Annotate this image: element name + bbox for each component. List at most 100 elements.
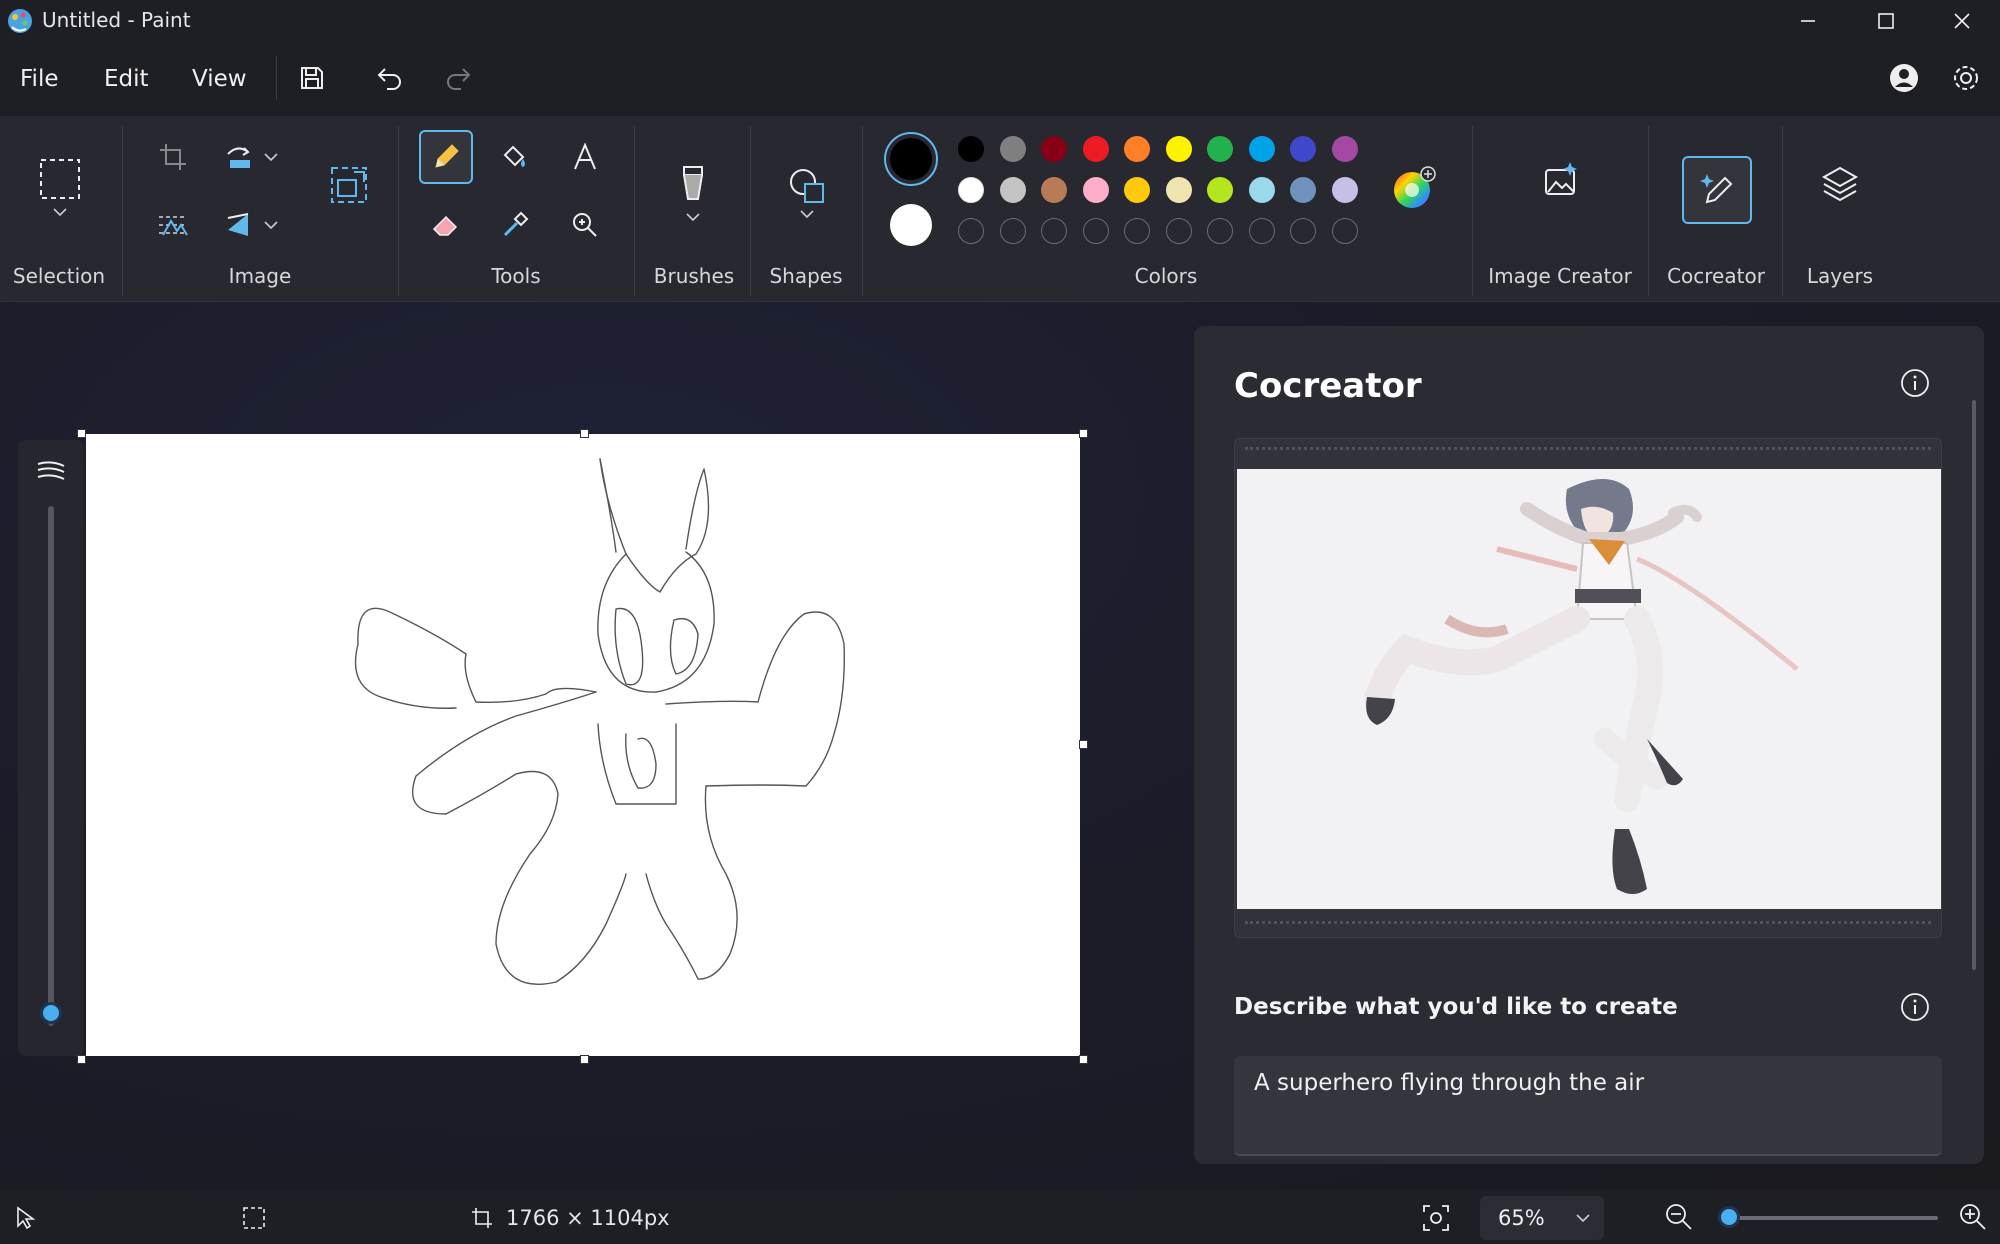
brushes-button[interactable] <box>666 152 720 232</box>
custom-color-slot[interactable] <box>1207 218 1233 244</box>
panel-scrollbar[interactable] <box>1972 400 1976 970</box>
ribbon-divider <box>122 126 123 296</box>
image-creator-button[interactable] <box>1532 152 1588 208</box>
custom-color-slot[interactable] <box>1124 218 1150 244</box>
palette-color-swatch[interactable] <box>1207 177 1233 203</box>
custom-color-slot[interactable] <box>999 218 1026 244</box>
shapes-icon <box>787 166 827 206</box>
zoom-out-button[interactable] <box>1664 1202 1694 1232</box>
rotate-button[interactable] <box>216 130 286 184</box>
pencil-tool-button[interactable] <box>419 130 473 184</box>
color-picker-tool-button[interactable] <box>488 198 542 252</box>
drawing-canvas[interactable] <box>86 434 1080 1056</box>
palette-color-swatch[interactable] <box>1124 136 1150 162</box>
brush-size-thumb[interactable] <box>40 1002 62 1024</box>
custom-color-slot[interactable] <box>1331 218 1358 244</box>
canvas-resize-handle[interactable] <box>580 429 589 438</box>
layers-icon <box>1820 164 1860 204</box>
cocreator-panel: Cocreator Describe what you'd like to cr… <box>1194 326 1984 1164</box>
settings-button[interactable] <box>1944 56 1988 100</box>
describe-info-button[interactable] <box>1900 992 1930 1022</box>
custom-color-slot[interactable] <box>1290 218 1316 244</box>
palette-color-swatch[interactable] <box>1207 136 1233 162</box>
canvas-resize-handle[interactable] <box>1079 740 1088 749</box>
canvas-size-icon <box>470 1206 494 1230</box>
palette-color-swatch[interactable] <box>1248 136 1275 162</box>
palette-color-swatch[interactable] <box>1082 136 1109 162</box>
palette-color-swatch[interactable] <box>1331 177 1358 203</box>
zoom-slider-track[interactable] <box>1718 1216 1938 1220</box>
custom-color-slot[interactable] <box>1082 218 1109 244</box>
maximize-button[interactable] <box>1846 0 1926 42</box>
canvas-resize-handle[interactable] <box>77 429 86 438</box>
chevron-down-icon <box>264 221 278 229</box>
palette-color-swatch[interactable] <box>958 177 984 203</box>
minimize-button[interactable] <box>1768 0 1848 42</box>
palette-color-swatch[interactable] <box>1248 177 1275 203</box>
flip-button[interactable] <box>216 198 286 252</box>
canvas-resize-handle[interactable] <box>1079 429 1088 438</box>
custom-color-slot[interactable] <box>958 218 984 244</box>
eraser-tool-button[interactable] <box>419 198 473 252</box>
zoom-in-button[interactable] <box>1958 1202 1988 1232</box>
menu-view[interactable]: View <box>192 62 247 96</box>
palette-color-swatch[interactable] <box>1082 177 1109 203</box>
palette-color-swatch[interactable] <box>1165 136 1192 162</box>
palette-color-swatch[interactable] <box>958 136 984 162</box>
canvas-resize-handle[interactable] <box>77 1055 86 1064</box>
undo-button[interactable] <box>368 56 412 100</box>
menu-file[interactable]: File <box>20 62 59 96</box>
group-label-tools: Tools <box>491 264 541 288</box>
selection-button[interactable] <box>32 152 88 222</box>
remove-background-button[interactable] <box>146 198 200 252</box>
text-icon <box>569 141 601 173</box>
palette-color-swatch[interactable] <box>1124 177 1150 203</box>
rectangle-select-icon <box>39 158 81 200</box>
pencil-icon <box>430 141 462 173</box>
close-button[interactable] <box>1924 0 2000 42</box>
zoom-slider-thumb[interactable] <box>1718 1206 1740 1228</box>
account-button[interactable] <box>1882 56 1926 100</box>
magnifier-tool-button[interactable] <box>558 198 612 252</box>
layers-button[interactable] <box>1812 156 1868 212</box>
prompt-input[interactable]: A superhero flying through the air <box>1234 1056 1942 1156</box>
palette-color-swatch[interactable] <box>1290 136 1316 162</box>
edit-colors-button[interactable] <box>1392 166 1436 210</box>
shapes-button[interactable] <box>780 152 834 232</box>
palette-color-swatch[interactable] <box>1041 177 1067 203</box>
zoom-out-icon <box>1664 1202 1694 1232</box>
cocreator-button[interactable] <box>1682 156 1752 224</box>
generated-image-frame <box>1234 438 1942 938</box>
fill-tool-button[interactable] <box>488 130 542 184</box>
generated-image[interactable] <box>1237 469 1941 909</box>
custom-color-slot[interactable] <box>1248 218 1275 244</box>
palette-color-swatch[interactable] <box>1331 136 1358 162</box>
primary-color-button[interactable] <box>884 132 938 186</box>
brush-size-track[interactable] <box>48 506 54 1026</box>
brush-size-panel <box>18 440 84 1056</box>
gear-icon <box>1951 63 1981 93</box>
crop-button[interactable] <box>146 130 200 184</box>
sketch-drawing <box>354 458 845 986</box>
resize-image-button[interactable] <box>322 158 376 212</box>
canvas-resize-handle[interactable] <box>1079 1055 1088 1064</box>
palette-color-swatch[interactable] <box>1165 177 1192 203</box>
palette-color-swatch[interactable] <box>999 177 1026 203</box>
palette-color-swatch[interactable] <box>1290 177 1316 203</box>
magnifier-icon <box>569 209 601 241</box>
text-tool-button[interactable] <box>558 130 612 184</box>
save-button[interactable] <box>290 56 334 100</box>
palette-color-swatch[interactable] <box>1041 136 1067 162</box>
redo-button[interactable] <box>436 56 480 100</box>
secondary-color-button[interactable] <box>890 204 932 246</box>
zoom-dropdown[interactable]: 65% <box>1480 1196 1604 1240</box>
palette-color-swatch[interactable] <box>999 136 1026 162</box>
cocreator-info-button[interactable] <box>1900 368 1930 398</box>
fit-to-window-button[interactable] <box>1420 1202 1452 1234</box>
custom-color-slot[interactable] <box>1041 218 1067 244</box>
custom-color-slot[interactable] <box>1165 218 1192 244</box>
canvas-resize-handle[interactable] <box>580 1055 589 1064</box>
ribbon-divider <box>1782 126 1783 296</box>
menu-edit[interactable]: Edit <box>104 62 149 96</box>
paint-app-icon <box>6 7 34 35</box>
